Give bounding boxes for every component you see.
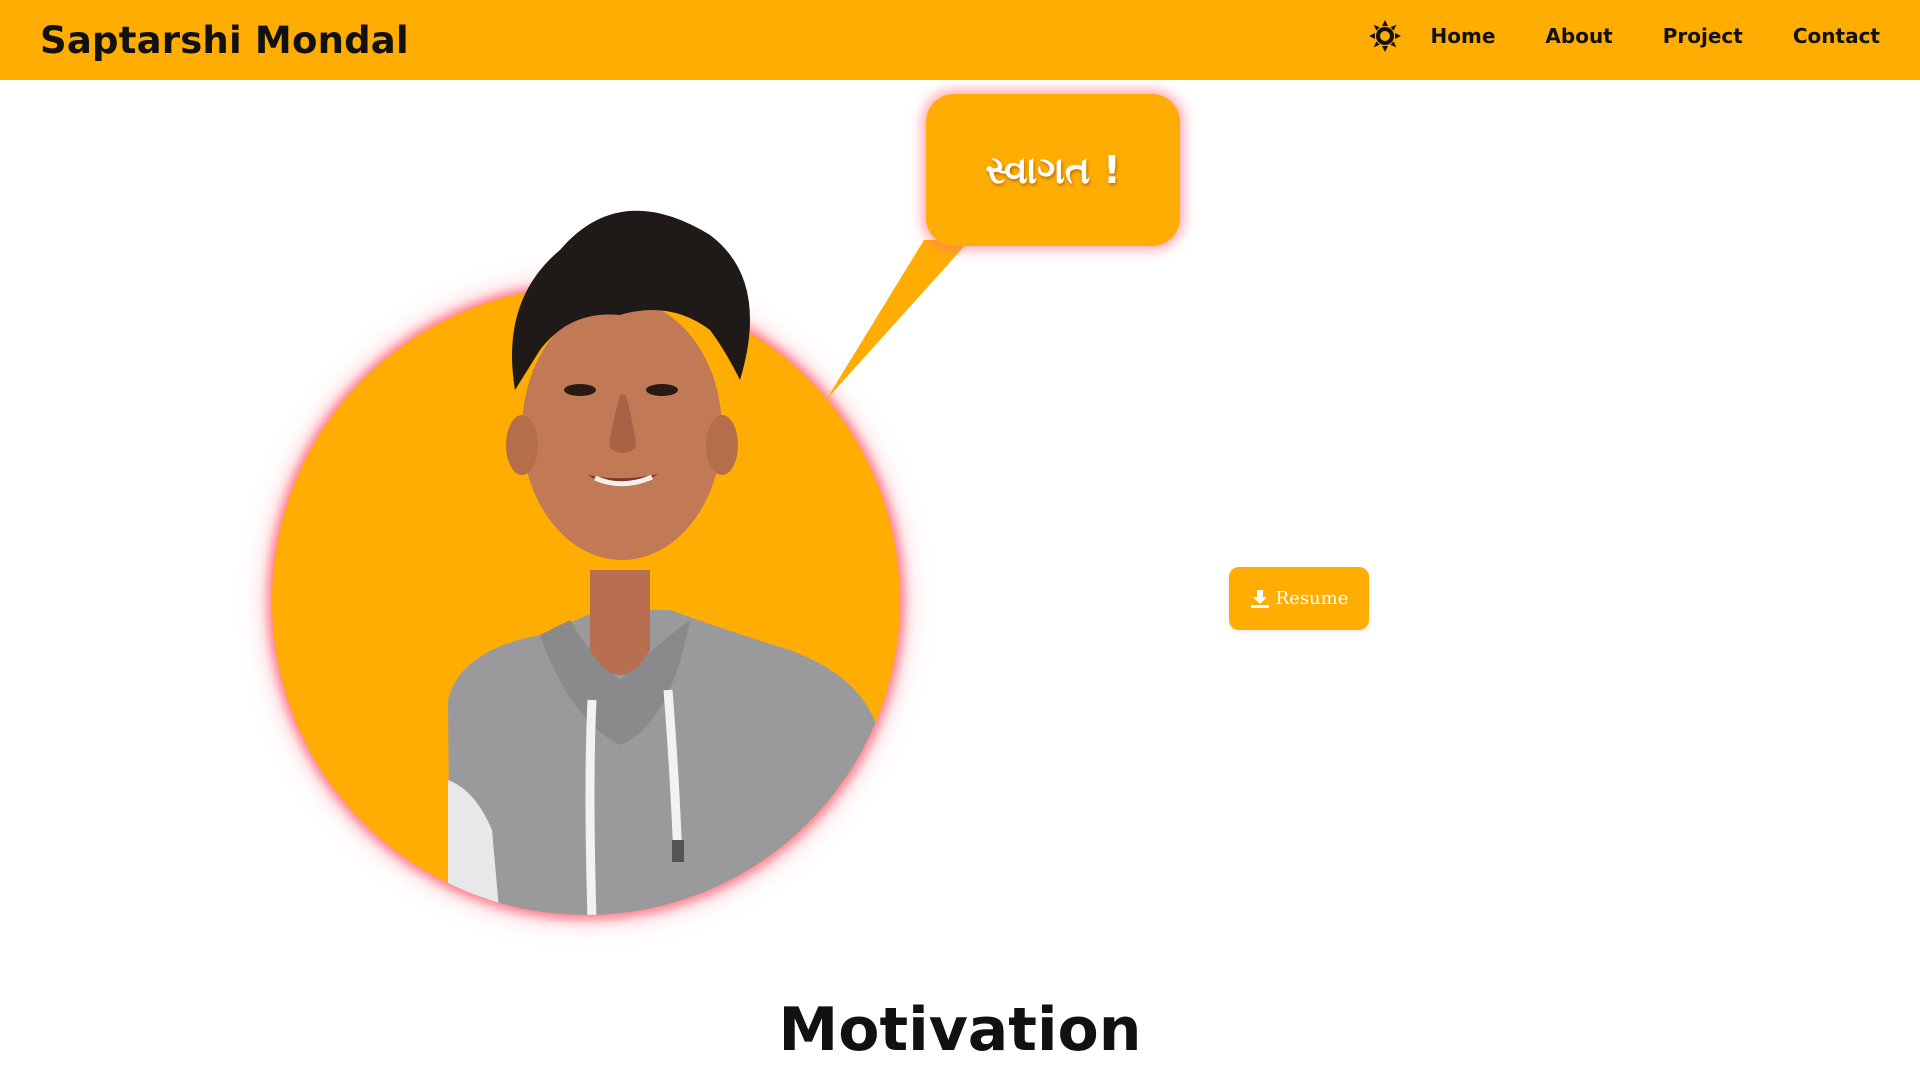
greeting-text: સ્વાગત ! (985, 147, 1121, 192)
sun-icon (1368, 20, 1401, 52)
section-title-motivation: Motivation (778, 995, 1142, 1065)
site-brand[interactable]: Saptarshi Mondal (40, 0, 409, 80)
theme-toggle-button[interactable] (1367, 18, 1403, 54)
speech-bubble-tail (826, 240, 970, 400)
speech-bubble: સ્વાગત ! (926, 94, 1180, 246)
resume-download-button[interactable]: Resume (1229, 567, 1369, 630)
nav-contact[interactable]: Contact (1793, 24, 1880, 48)
main-nav: Home About Project Contact (1367, 0, 1880, 72)
nav-project[interactable]: Project (1663, 24, 1743, 48)
resume-label: Resume (1275, 588, 1349, 609)
download-icon (1250, 589, 1269, 608)
nav-about[interactable]: About (1545, 24, 1612, 48)
top-navbar: Saptarshi Mondal Home About Project Cont… (0, 0, 1920, 80)
nav-home[interactable]: Home (1431, 24, 1496, 48)
